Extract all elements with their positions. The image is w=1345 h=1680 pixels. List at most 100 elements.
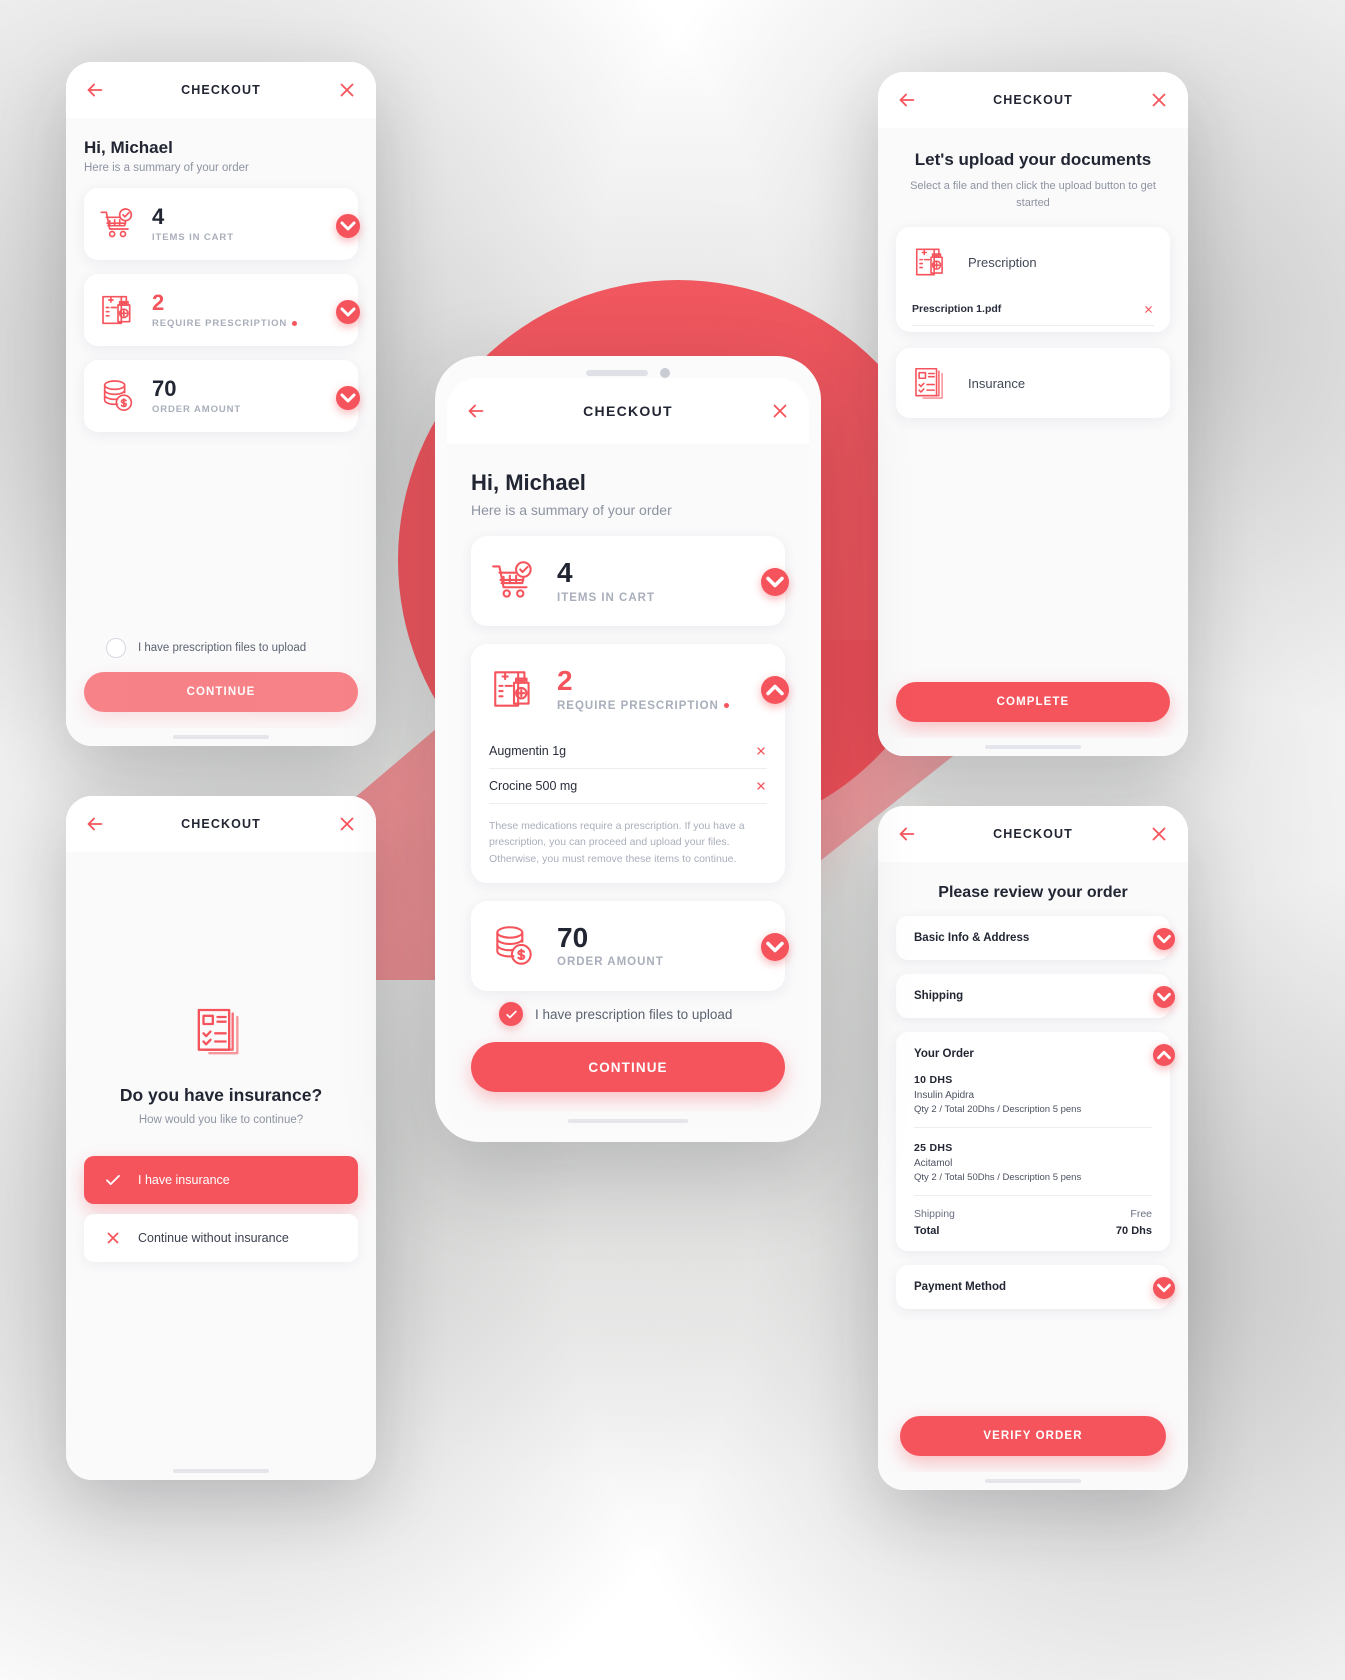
screen-body: Hi, Michael Here is a summary of your or…: [66, 118, 376, 728]
chevron-down-icon[interactable]: [336, 214, 360, 238]
prescription-icon: [912, 243, 950, 281]
close-icon[interactable]: [755, 780, 767, 792]
section-payment-method[interactable]: Payment Method: [896, 1265, 1175, 1309]
prescription-item: Augmentin 1g: [489, 734, 767, 769]
shopping-cart-check-icon: [98, 204, 138, 244]
card-label: REQUIRE PRESCRIPTION: [557, 700, 729, 712]
screen-upload: CHECKOUT Let's upload your documents Sel…: [878, 72, 1188, 756]
close-icon[interactable]: [336, 813, 358, 835]
screen: CHECKOUT Hi, Michael Here is a summary o…: [447, 378, 809, 1130]
chevron-down-icon[interactable]: [1153, 928, 1175, 950]
card-label: ORDER AMOUNT: [557, 956, 664, 968]
card-text: 2 REQUIRE PRESCRIPTION: [557, 666, 729, 712]
summary-card-amount[interactable]: 70 ORDER AMOUNT: [84, 360, 360, 432]
complete-button[interactable]: COMPLETE: [896, 682, 1170, 722]
home-indicator: [878, 738, 1188, 756]
card-text: 70 ORDER AMOUNT: [152, 377, 241, 415]
checkbox-unchecked-icon[interactable]: [106, 638, 126, 658]
card-label-text: ORDER AMOUNT: [557, 956, 664, 969]
chevron-down-icon[interactable]: [761, 568, 789, 596]
close-icon[interactable]: [336, 79, 358, 101]
card-label: ITEMS IN CART: [152, 232, 234, 243]
document-card-insurance[interactable]: Insurance: [896, 348, 1170, 418]
prescription-icon: [489, 664, 539, 714]
close-icon[interactable]: [1148, 823, 1170, 845]
cta-wrap: CONTINUE: [471, 1042, 785, 1112]
shopping-cart-check-icon: [489, 556, 539, 606]
check-icon: [104, 1171, 122, 1189]
close-icon[interactable]: [1148, 89, 1170, 111]
section-title: Payment Method: [914, 1281, 1007, 1293]
greeting-subtitle: Here is a summary of your order: [471, 502, 672, 518]
close-icon[interactable]: [1143, 304, 1154, 315]
review-title: Please review your order: [938, 884, 1128, 901]
order-line-item: 10 DHS Insulin Apidra Qty 2 / Total 20Dh…: [914, 1060, 1152, 1128]
coins-dollar-icon: [489, 921, 539, 971]
insurance-title: Do you have insurance?: [119, 1084, 323, 1105]
card-head: 70 ORDER AMOUNT: [84, 360, 358, 432]
screen-body: Please review your order Basic Info & Ad…: [878, 862, 1188, 1472]
prescription-upload-checkbox-row[interactable]: I have prescription files to upload: [471, 1002, 785, 1042]
phone-upload-documents: CHECKOUT Let's upload your documents Sel…: [878, 72, 1188, 756]
alert-dot-icon: [723, 703, 729, 709]
chevron-up-icon[interactable]: [761, 676, 789, 704]
summary-card-items[interactable]: 4 ITEMS IN CART: [84, 188, 360, 260]
uploaded-file-name: Prescription 1.pdf: [912, 303, 1002, 315]
document-card-prescription[interactable]: Prescription Prescription 1.pdf: [896, 227, 1170, 332]
card-label-text: REQUIRE PRESCRIPTION: [557, 699, 719, 712]
section-your-order: Your Order 10 DHS Insulin Apidra Qty 2 /…: [896, 1032, 1175, 1251]
chevron-down-icon[interactable]: [761, 932, 789, 961]
arrow-left-icon[interactable]: [84, 79, 106, 101]
insurance-subtitle: How would you like to continue?: [138, 1113, 304, 1126]
screen-body: Let's upload your documents Select a fil…: [878, 128, 1188, 738]
home-indicator: [66, 728, 376, 746]
insurance-prompt: Do you have insurance? How would you lik…: [84, 852, 358, 1462]
arrow-left-icon[interactable]: [896, 823, 918, 845]
chevron-down-icon[interactable]: [336, 300, 360, 324]
upload-title: Let's upload your documents: [914, 150, 1152, 169]
arrow-left-icon[interactable]: [465, 400, 487, 422]
prescription-item-name: Crocine 500 mg: [489, 779, 578, 793]
greeting: Hi, Michael: [84, 138, 173, 157]
arrow-left-icon[interactable]: [896, 89, 918, 111]
card-head: 2 REQUIRE PRESCRIPTION: [84, 274, 358, 346]
greeting: Hi, Michael: [471, 470, 586, 495]
option-no-insurance[interactable]: Continue without insurance: [84, 1213, 358, 1262]
summary-card-prescription-expanded: 2 REQUIRE PRESCRIPTION Augmentin 1g Croc…: [471, 644, 789, 883]
card-label-text: ITEMS IN CART: [152, 232, 234, 244]
continue-button[interactable]: CONTINUE: [84, 672, 358, 712]
chevron-down-icon[interactable]: [1153, 986, 1175, 1008]
close-icon: [104, 1229, 122, 1247]
card-value: 4: [557, 557, 573, 589]
checkbox-label: I have prescription files to upload: [535, 1006, 733, 1022]
close-icon[interactable]: [755, 745, 767, 757]
option-have-insurance[interactable]: I have insurance: [84, 1155, 358, 1204]
summary-card-amount[interactable]: 70 ORDER AMOUNT: [471, 900, 789, 991]
prescription-note: These medications require a prescription…: [489, 820, 745, 865]
close-icon[interactable]: [769, 400, 791, 422]
shipping-label: Shipping: [914, 1208, 955, 1220]
order-line-item: 25 DHS Acitamol Qty 2 / Total 50Dhs / De…: [914, 1128, 1152, 1196]
shipping-value: Free: [1130, 1208, 1152, 1220]
arrow-left-icon[interactable]: [84, 813, 106, 835]
chevron-up-icon[interactable]: [1153, 1044, 1175, 1066]
section-shipping[interactable]: Shipping: [896, 974, 1175, 1018]
summary-card-prescription[interactable]: 2 REQUIRE PRESCRIPTION: [84, 274, 360, 346]
verify-order-button[interactable]: VERIFY ORDER: [900, 1416, 1166, 1456]
document-label: Prescription: [968, 254, 1037, 270]
section-basic-info[interactable]: Basic Info & Address: [896, 916, 1175, 960]
card-label: ITEMS IN CART: [557, 592, 655, 604]
card-value: 4: [152, 203, 165, 229]
screen-summary-expanded: CHECKOUT Hi, Michael Here is a summary o…: [447, 378, 809, 1130]
card-value: 70: [557, 922, 589, 954]
screen-summary-collapsed: CHECKOUT Hi, Michael Here is a summary o…: [66, 62, 376, 746]
chevron-down-icon[interactable]: [336, 386, 360, 410]
front-camera: [660, 368, 670, 378]
checkbox-checked-icon[interactable]: [499, 1002, 523, 1026]
continue-button[interactable]: CONTINUE: [471, 1042, 785, 1092]
chevron-down-icon[interactable]: [1153, 1277, 1175, 1299]
prescription-upload-checkbox-row[interactable]: I have prescription files to upload: [84, 638, 358, 672]
summary-card-items[interactable]: 4 ITEMS IN CART: [471, 536, 789, 626]
card-head: 70 ORDER AMOUNT: [471, 901, 785, 991]
